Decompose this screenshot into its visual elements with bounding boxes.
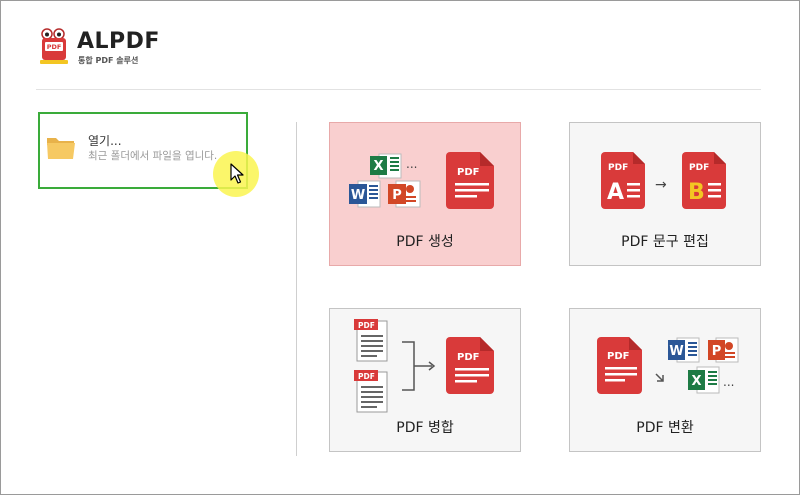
word-icon: W (349, 180, 381, 208)
svg-text:PDF: PDF (607, 351, 629, 362)
powerpoint-icon: P (708, 337, 739, 363)
arrow-right-icon: → (655, 177, 667, 193)
vertical-divider (296, 122, 297, 456)
alpdf-logo-icon: PDF (40, 28, 68, 64)
tile-pdf-convert[interactable]: PDF W P X ... PDF 변환 (569, 308, 761, 452)
merge-bracket-icon (402, 341, 432, 391)
mouse-pointer-icon (230, 163, 244, 184)
tile-label: PDF 병합 (396, 420, 454, 436)
svg-text:X: X (373, 159, 383, 174)
tile-label: PDF 변환 (636, 420, 694, 436)
pdf-document-icon: PDF (597, 337, 642, 394)
svg-text:W: W (669, 344, 683, 359)
powerpoint-icon: P (388, 180, 421, 208)
svg-text:PDF: PDF (358, 372, 375, 381)
svg-text:X: X (691, 374, 701, 389)
excel-icon: X (370, 153, 402, 179)
svg-text:W: W (351, 188, 365, 203)
svg-text:PDF: PDF (457, 352, 479, 363)
brand-name: ALPDF (77, 29, 160, 54)
svg-text:P: P (712, 344, 722, 359)
pdf-document-icon: PDF (446, 152, 494, 209)
tile-pdf-edit[interactable]: PDF A → PDF B PDF 문구 편집 (569, 122, 761, 266)
word-icon: W (668, 337, 700, 363)
svg-text:B: B (688, 180, 705, 205)
ellipsis-icon: ... (406, 157, 417, 171)
tile-label: PDF 문구 편집 (621, 234, 709, 250)
pdf-document-icon: PDF (446, 337, 494, 394)
svg-text:P: P (392, 188, 402, 203)
folder-icon (47, 138, 75, 159)
pdf-b-document-icon: PDF B (682, 152, 726, 209)
svg-text:PDF: PDF (457, 167, 479, 178)
open-title: 열기... (88, 134, 122, 148)
app-window: PDF ALPDF 통합 PDF 솔루션 열기... 최근 폴더에서 파일을 엽… (0, 0, 800, 495)
svg-text:A: A (607, 180, 624, 205)
pdf-page-icon: PDF (354, 370, 388, 413)
svg-text:PDF: PDF (689, 163, 709, 173)
brand-tagline: 통합 PDF 솔루션 (78, 56, 139, 65)
svg-text:PDF: PDF (358, 321, 375, 330)
excel-icon: X (688, 366, 720, 394)
pdf-a-document-icon: PDF A (601, 152, 645, 209)
arrow-down-right-icon (655, 373, 664, 382)
pdf-page-icon: PDF (354, 319, 388, 362)
svg-text:PDF: PDF (608, 163, 628, 173)
logo-pdf-text: PDF (47, 43, 62, 51)
tile-pdf-merge[interactable]: PDF PDF PDF PDF 병합 (329, 308, 521, 452)
tile-label: PDF 생성 (396, 234, 454, 250)
tile-pdf-create[interactable]: X ... W P PDF PDF 생성 (329, 122, 521, 266)
ellipsis-icon: ... (723, 375, 734, 389)
open-subtitle: 최근 폴더에서 파일을 엽니다. (88, 150, 218, 162)
header-divider (36, 89, 761, 90)
